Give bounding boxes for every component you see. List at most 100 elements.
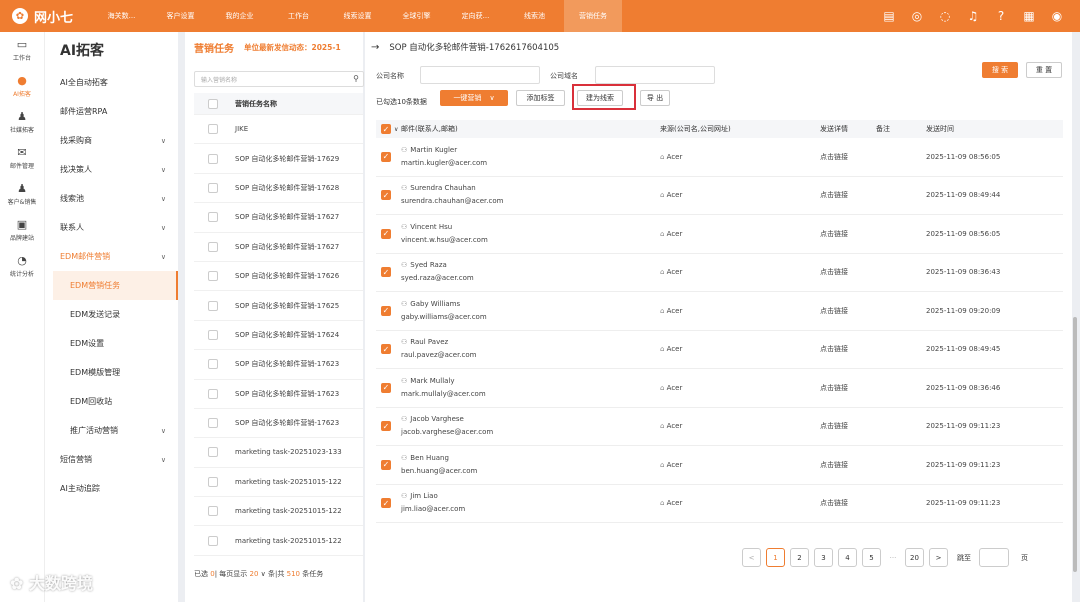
task-name[interactable]: SOP 自动化多轮邮件营销-17629 <box>235 154 339 164</box>
top-nav-item[interactable]: 我的企业 <box>210 0 269 32</box>
task-row[interactable]: marketing task-20251015-122 <box>194 468 363 498</box>
send-detail[interactable]: 点击链接 <box>820 306 876 316</box>
source-company[interactable]: Acer <box>667 230 683 238</box>
row-checkbox[interactable]: ✓ <box>381 421 391 432</box>
page-button-last[interactable]: 20 <box>905 548 924 567</box>
subnav-item[interactable]: 邮件运营RPA <box>45 97 178 126</box>
source-company[interactable]: Acer <box>667 191 683 199</box>
contact-email[interactable]: mark.mullaly@acer.com <box>401 388 660 401</box>
help-icon[interactable]: ? <box>992 7 1010 25</box>
row-checkbox[interactable]: ✓ <box>381 498 391 509</box>
prev-page-button[interactable]: < <box>742 548 761 567</box>
top-nav-item[interactable]: 线索池 <box>505 0 564 32</box>
contact-email[interactable]: raul.pavez@acer.com <box>401 349 660 362</box>
row-checkbox[interactable] <box>208 153 218 164</box>
task-row[interactable]: marketing task-20251015-122 <box>194 497 363 527</box>
task-name[interactable]: marketing task-20251015-122 <box>235 507 342 515</box>
contact-email[interactable]: ben.huang@acer.com <box>401 465 660 478</box>
page-button[interactable]: 2 <box>790 548 809 567</box>
subnav-item[interactable]: 短信营销 ∨ <box>45 445 178 474</box>
subnav-item[interactable]: 找采购商 ∨ <box>45 126 178 155</box>
subnav-item[interactable]: EDM发送记录 <box>45 300 178 329</box>
select-all-checkbox[interactable] <box>208 98 218 109</box>
add-tag-button[interactable]: 添加标签 <box>516 90 565 106</box>
source-company[interactable]: Acer <box>667 499 683 507</box>
source-company[interactable]: Acer <box>667 153 683 161</box>
row-checkbox[interactable]: ✓ <box>381 344 391 355</box>
export-button[interactable]: 导 出 <box>640 90 670 106</box>
page-button[interactable]: 5 <box>862 548 881 567</box>
task-row[interactable]: SOP 自动化多轮邮件营销-17627 <box>194 203 363 233</box>
left-nav-item[interactable]: ♟ 客户&销售 <box>0 176 44 212</box>
whatsapp-icon[interactable]: ◎ <box>908 7 926 25</box>
contact-email[interactable]: vincent.w.hsu@acer.com <box>401 234 660 247</box>
row-checkbox[interactable] <box>208 124 218 135</box>
task-name[interactable]: SOP 自动化多轮邮件营销-17628 <box>235 183 339 193</box>
task-name[interactable]: SOP 自动化多轮邮件营销-17623 <box>235 418 339 428</box>
task-row[interactable]: marketing task-20251023-133 <box>194 438 363 468</box>
one-click-marketing-button[interactable]: 一键营销 ∨ <box>440 90 508 106</box>
send-detail[interactable]: 点击链接 <box>820 344 876 354</box>
task-name[interactable]: SOP 自动化多轮邮件营销-17627 <box>235 212 339 222</box>
page-ellipsis[interactable]: ··· <box>886 548 900 567</box>
row-checkbox[interactable] <box>208 241 218 252</box>
subnav-item[interactable]: EDM营销任务 <box>53 271 178 300</box>
source-company[interactable]: Acer <box>667 307 683 315</box>
send-detail[interactable]: 点击链接 <box>820 383 876 393</box>
back-arrow-icon[interactable]: → <box>371 42 379 53</box>
page-button[interactable]: 1 <box>766 548 785 567</box>
scrollbar[interactable] <box>1073 317 1077 572</box>
task-row[interactable]: SOP 自动化多轮邮件营销-17629 <box>194 144 363 174</box>
task-name[interactable]: SOP 自动化多轮邮件营销-17625 <box>235 301 339 311</box>
left-nav-item[interactable]: ♟ 社媒拓客 <box>0 104 44 140</box>
subnav-item[interactable]: EDM邮件营销 ∨ <box>45 242 178 271</box>
row-checkbox[interactable] <box>208 300 218 311</box>
document-icon[interactable]: ▤ <box>880 7 898 25</box>
task-name[interactable]: marketing task-20251015-122 <box>235 537 342 545</box>
row-checkbox[interactable] <box>208 447 218 458</box>
top-nav-item[interactable]: 海关数... <box>92 0 151 32</box>
row-checkbox[interactable] <box>208 476 218 487</box>
send-detail[interactable]: 点击链接 <box>820 229 876 239</box>
jump-page-input[interactable] <box>979 548 1009 567</box>
task-name[interactable]: SOP 自动化多轮邮件营销-17623 <box>235 389 339 399</box>
subnav-item[interactable]: 线索池 ∨ <box>45 184 178 213</box>
search-button[interactable]: 搜 索 <box>982 62 1018 78</box>
subnav-item[interactable]: 找决策人 ∨ <box>45 155 178 184</box>
row-checkbox[interactable]: ✓ <box>381 382 391 393</box>
bell-icon[interactable]: ♫ <box>964 7 982 25</box>
task-row[interactable]: SOP 自动化多轮邮件营销-17625 <box>194 291 363 321</box>
task-name[interactable]: SOP 自动化多轮邮件营销-17626 <box>235 271 339 281</box>
task-name[interactable]: marketing task-20251023-133 <box>235 448 342 456</box>
row-checkbox[interactable] <box>208 418 218 429</box>
row-checkbox[interactable]: ✓ <box>381 459 391 470</box>
left-nav-item[interactable]: ▣ 品牌建站 <box>0 212 44 248</box>
task-row[interactable]: SOP 自动化多轮邮件营销-17623 <box>194 409 363 439</box>
contact-email[interactable]: jacob.varghese@acer.com <box>401 426 660 439</box>
row-checkbox[interactable] <box>208 535 218 546</box>
contact-email[interactable]: jim.liao@acer.com <box>401 503 660 516</box>
row-checkbox[interactable]: ✓ <box>381 267 391 278</box>
subnav-item[interactable]: EDM设置 <box>45 329 178 358</box>
source-company[interactable]: Acer <box>667 268 683 276</box>
search-icon[interactable]: ⚲ <box>353 74 359 83</box>
send-detail[interactable]: 点击链接 <box>820 421 876 431</box>
task-name[interactable]: SOP 自动化多轮邮件营销-17624 <box>235 330 339 340</box>
page-button[interactable]: 3 <box>814 548 833 567</box>
source-company[interactable]: Acer <box>667 422 683 430</box>
row-checkbox[interactable] <box>208 212 218 223</box>
select-all-checkbox[interactable]: ✓ <box>381 124 391 134</box>
send-detail[interactable]: 点击链接 <box>820 267 876 277</box>
row-checkbox[interactable]: ✓ <box>381 228 391 239</box>
send-detail[interactable]: 点击链接 <box>820 152 876 162</box>
task-row[interactable]: SOP 自动化多轮邮件营销-17624 <box>194 321 363 351</box>
top-nav-item[interactable]: 全球引擎 <box>387 0 446 32</box>
left-nav-item[interactable]: ◔ 统计分析 <box>0 248 44 284</box>
subnav-item[interactable]: EDM回收站 <box>45 387 178 416</box>
company-domain-input[interactable] <box>595 66 715 84</box>
left-nav-item[interactable]: ✉ 邮件管理 <box>0 140 44 176</box>
task-row[interactable]: marketing task-20251015-122 <box>194 526 363 556</box>
chevron-down-icon[interactable]: ∨ <box>394 126 398 133</box>
task-name[interactable]: JIKE <box>235 125 248 133</box>
row-checkbox[interactable] <box>208 506 218 517</box>
